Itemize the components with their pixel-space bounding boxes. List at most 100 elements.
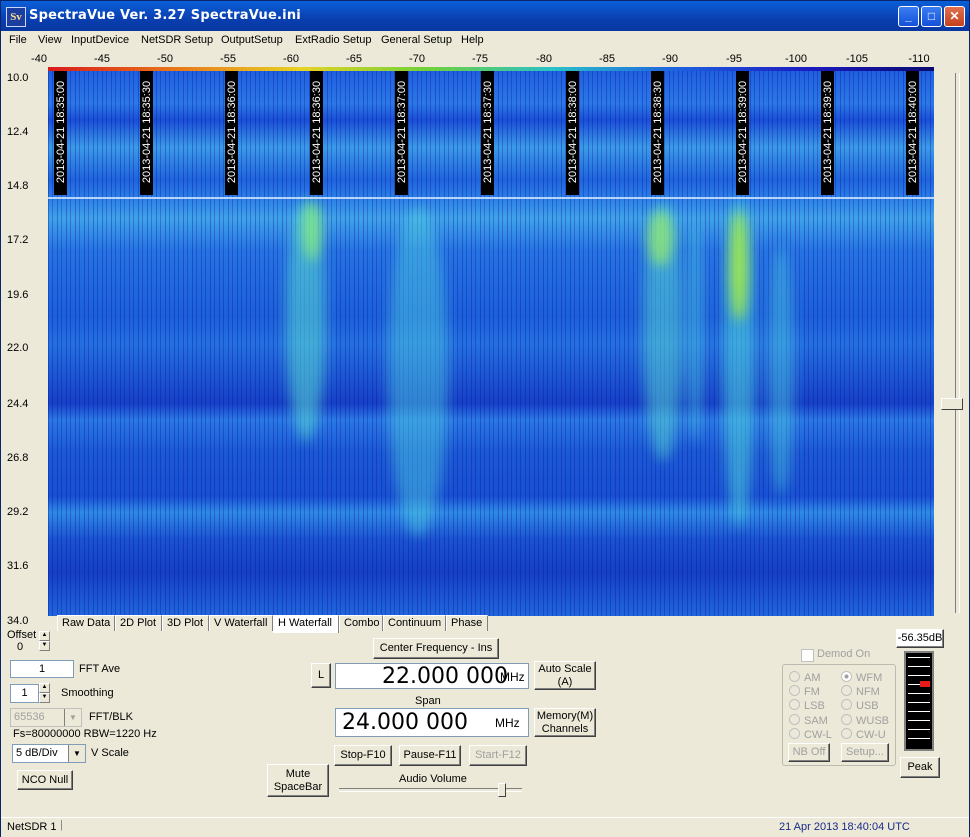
radio-lsb[interactable]: LSB bbox=[789, 699, 825, 712]
window-title: SpectraVue Ver. 3.27 SpectraVue.ini bbox=[29, 8, 301, 23]
audio-volume-thumb[interactable] bbox=[498, 783, 506, 797]
nb-off-button[interactable]: NB Off bbox=[788, 743, 830, 762]
tab-2d-plot[interactable]: 2D Plot bbox=[115, 615, 162, 631]
radio-wusb[interactable]: WUSB bbox=[841, 714, 889, 727]
vscale-label: V Scale bbox=[91, 747, 129, 759]
close-button[interactable]: ✕ bbox=[944, 6, 965, 27]
mute-button[interactable]: Mute SpaceBar bbox=[267, 764, 329, 797]
menu-bar: File View InputDevice NetSDR Setup Outpu… bbox=[1, 31, 969, 50]
vscale-value: 5 dB/Div bbox=[16, 747, 58, 759]
app-icon: Sv bbox=[6, 7, 26, 27]
vertical-slider-track[interactable] bbox=[955, 73, 960, 613]
maximize-button[interactable]: □ bbox=[921, 6, 942, 27]
fft-blk-select[interactable]: 65536 ▼ bbox=[10, 708, 82, 727]
stop-button[interactable]: Stop-F10 bbox=[334, 745, 392, 766]
timestamp-label: 2013-04-21 18:35:00 bbox=[55, 80, 67, 184]
signal-trace bbox=[648, 211, 673, 266]
timestamp-label: 2013-04-21 18:40:00 bbox=[907, 80, 919, 184]
vscale-select[interactable]: 5 dB/Div ▼ bbox=[12, 744, 86, 763]
smoothing-field[interactable]: 1 bbox=[10, 684, 39, 703]
timestamp-label: 2013-04-21 18:38:00 bbox=[567, 80, 579, 184]
timestamp-marker: 2013-04-21 18:39:30 bbox=[821, 71, 834, 195]
menu-help[interactable]: Help bbox=[461, 34, 484, 46]
radio-am[interactable]: AM bbox=[789, 671, 821, 684]
radio-cw-l[interactable]: CW-L bbox=[789, 728, 832, 741]
menu-outputsetup[interactable]: OutputSetup bbox=[221, 34, 283, 46]
db-tick: -40 bbox=[31, 53, 47, 65]
vertical-slider-thumb[interactable] bbox=[941, 398, 963, 410]
memory-channels-button[interactable]: Memory(M) Channels bbox=[534, 708, 596, 737]
signal-meter bbox=[904, 651, 934, 751]
span-label: Span bbox=[415, 695, 441, 707]
timestamp-marker: 2013-04-21 18:38:00 bbox=[566, 71, 579, 195]
center-frequency-button[interactable]: Center Frequency - Ins bbox=[373, 638, 499, 659]
db-tick: -55 bbox=[220, 53, 236, 65]
menu-extradio-setup[interactable]: ExtRadio Setup bbox=[295, 34, 371, 46]
db-tick: -80 bbox=[536, 53, 552, 65]
peak-button[interactable]: Peak bbox=[900, 757, 940, 778]
smoothing-spinner[interactable]: ▲ ▼ bbox=[39, 683, 50, 703]
pause-button[interactable]: Pause-F11 bbox=[399, 745, 461, 766]
span-display[interactable]: 24.000 000 MHz bbox=[335, 708, 529, 737]
menu-netsdr-setup[interactable]: NetSDR Setup bbox=[141, 34, 213, 46]
tab-3d-plot[interactable]: 3D Plot bbox=[162, 615, 209, 631]
menu-file[interactable]: File bbox=[9, 34, 27, 46]
auto-scale-button[interactable]: Auto Scale (A) bbox=[534, 661, 596, 690]
db-tick: -45 bbox=[94, 53, 110, 65]
timestamp-marker-row bbox=[48, 197, 934, 199]
freq-tick: 17.2 bbox=[7, 234, 29, 246]
demod-setup-button[interactable]: Setup... bbox=[841, 743, 889, 762]
db-tick: -95 bbox=[726, 53, 742, 65]
freq-tick: 31.6 bbox=[7, 560, 29, 572]
timestamp-marker: 2013-04-21 18:37:00 bbox=[395, 71, 408, 195]
radio-cw-u[interactable]: CW-U bbox=[841, 728, 886, 741]
demod-on-label: Demod On bbox=[817, 648, 871, 660]
timestamp-label: 2013-04-21 18:39:00 bbox=[737, 80, 749, 184]
offset-value[interactable]: 0 bbox=[17, 641, 23, 653]
radio-wfm[interactable]: WFM bbox=[841, 671, 882, 684]
db-tick: -85 bbox=[599, 53, 615, 65]
signal-trace bbox=[303, 201, 321, 261]
offset-spinner[interactable]: ▲ ▼ bbox=[39, 631, 50, 651]
radio-sam[interactable]: SAM bbox=[789, 714, 828, 727]
timestamp-marker: 2013-04-21 18:37:30 bbox=[481, 71, 494, 195]
freq-tick: 34.0 bbox=[7, 615, 29, 627]
db-tick: -100 bbox=[784, 53, 808, 65]
radio-nfm[interactable]: NFM bbox=[841, 685, 880, 698]
nco-null-button[interactable]: NCO Null bbox=[17, 770, 73, 790]
freq-tick: 22.0 bbox=[7, 342, 29, 354]
demod-on-checkbox[interactable] bbox=[801, 649, 814, 662]
app-window: Sv SpectraVue Ver. 3.27 SpectraVue.ini _… bbox=[0, 0, 970, 837]
menu-general-setup[interactable]: General Setup bbox=[381, 34, 452, 46]
radio-fm[interactable]: FM bbox=[789, 685, 820, 698]
tab-raw-data[interactable]: Raw Data bbox=[57, 615, 115, 631]
freq-tick: 10.0 bbox=[7, 72, 29, 84]
tab-combo[interactable]: Combo bbox=[339, 615, 383, 631]
waterfall-display[interactable]: 2013-04-21 18:35:00 2013-04-21 18:35:30 … bbox=[48, 71, 934, 616]
status-datetime: 21 Apr 2013 18:40:04 UTC bbox=[779, 821, 910, 833]
timestamp-marker: 2013-04-21 18:40:00 bbox=[906, 71, 919, 195]
audio-volume-track[interactable] bbox=[339, 788, 522, 792]
tab-h-waterfall[interactable]: H Waterfall bbox=[273, 615, 339, 633]
status-device: NetSDR 1 bbox=[7, 821, 57, 833]
menu-view[interactable]: View bbox=[38, 34, 62, 46]
radio-usb[interactable]: USB bbox=[841, 699, 879, 712]
meter-scale bbox=[908, 657, 930, 747]
center-frequency-unit: MHz bbox=[500, 670, 525, 684]
tab-v-waterfall[interactable]: V Waterfall bbox=[209, 615, 273, 631]
tab-continuum[interactable]: Continuum bbox=[383, 615, 446, 631]
center-frequency-value: 22.000 000 bbox=[382, 664, 508, 689]
status-divider: | bbox=[60, 819, 63, 831]
span-value: 24.000 000 bbox=[342, 710, 468, 735]
timestamp-marker: 2013-04-21 18:35:00 bbox=[54, 71, 67, 195]
fft-blk-value: 65536 bbox=[14, 711, 45, 723]
center-frequency-display[interactable]: 22.000 000 MHz bbox=[335, 663, 529, 689]
start-button[interactable]: Start-F12 bbox=[469, 745, 527, 766]
freq-tick: 14.8 bbox=[7, 180, 29, 192]
tab-phase[interactable]: Phase bbox=[446, 615, 488, 631]
menu-inputdevice[interactable]: InputDevice bbox=[71, 34, 129, 46]
fft-ave-field[interactable]: 1 bbox=[10, 660, 74, 678]
l-button[interactable]: L bbox=[311, 663, 331, 688]
minimize-button[interactable]: _ bbox=[898, 6, 919, 27]
title-bar[interactable]: Sv SpectraVue Ver. 3.27 SpectraVue.ini _… bbox=[1, 1, 969, 31]
